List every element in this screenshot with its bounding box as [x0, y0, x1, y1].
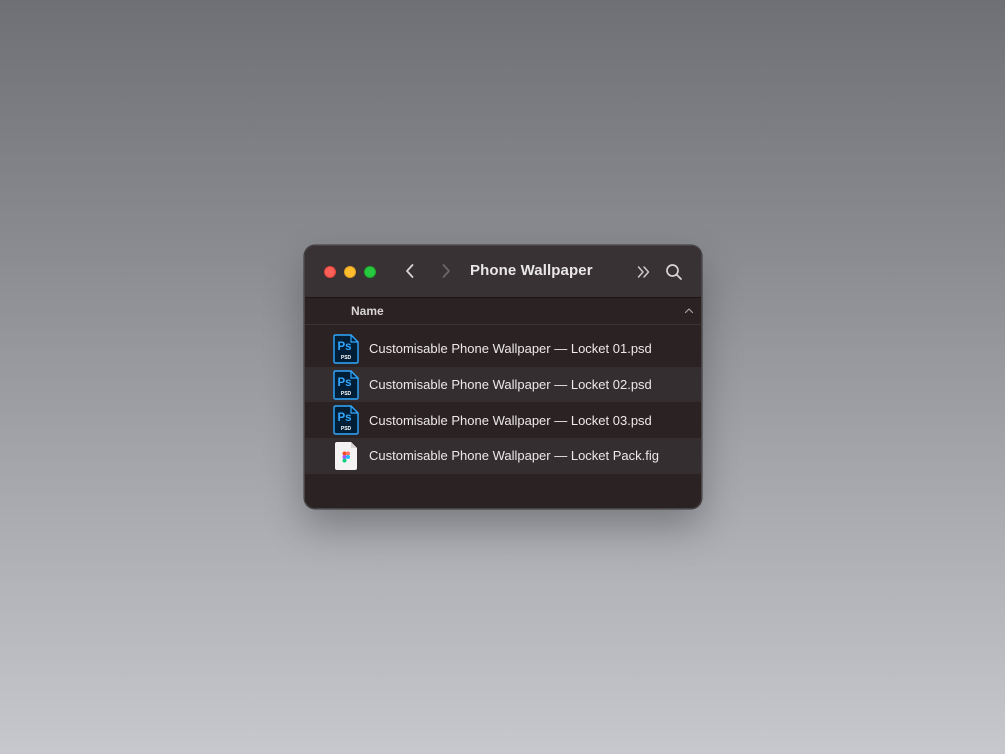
finder-window: Phone Wallpaper Name Ps PSD Customisable… — [304, 245, 702, 509]
window-title: Phone Wallpaper — [470, 262, 593, 279]
file-name: Customisable Phone Wallpaper — Locket 02… — [369, 377, 652, 393]
zoom-button[interactable] — [364, 266, 376, 278]
list-item[interactable]: Ps PSD Customisable Phone Wallpaper — Lo… — [305, 331, 701, 367]
chevron-up-icon[interactable] — [684, 307, 694, 314]
back-button[interactable] — [401, 262, 419, 280]
photoshop-file-icon: Ps PSD — [333, 405, 359, 435]
svg-text:Ps: Ps — [337, 412, 351, 424]
toolbar-overflow-button[interactable] — [634, 262, 654, 282]
file-name: Customisable Phone Wallpaper — Locket 01… — [369, 341, 652, 357]
svg-text:PSD: PSD — [341, 426, 352, 432]
close-button[interactable] — [324, 266, 336, 278]
search-button[interactable] — [664, 262, 684, 282]
search-icon — [666, 264, 682, 280]
svg-text:PSD: PSD — [341, 355, 352, 361]
title-bar: Phone Wallpaper — [305, 246, 701, 298]
column-header: Name — [305, 298, 701, 325]
chevron-right-icon — [442, 264, 450, 278]
file-name: Customisable Phone Wallpaper — Locket Pa… — [369, 448, 659, 464]
list-item[interactable]: Ps PSD Customisable Phone Wallpaper — Lo… — [305, 402, 701, 438]
svg-text:PSD: PSD — [341, 391, 352, 397]
name-column-header[interactable]: Name — [351, 304, 384, 318]
file-list: Ps PSD Customisable Phone Wallpaper — Lo… — [305, 331, 701, 474]
double-chevron-right-icon — [637, 266, 650, 278]
chevron-left-icon — [406, 264, 414, 278]
svg-text:Ps: Ps — [337, 341, 351, 353]
photoshop-file-icon: Ps PSD — [333, 334, 359, 364]
photoshop-file-icon: Ps PSD — [333, 369, 359, 400]
list-item[interactable]: Customisable Phone Wallpaper — Locket Pa… — [305, 438, 701, 474]
file-name: Customisable Phone Wallpaper — Locket 03… — [369, 412, 652, 428]
svg-text:Ps: Ps — [337, 377, 351, 389]
forward-button[interactable] — [437, 262, 455, 280]
minimize-button[interactable] — [344, 266, 356, 278]
figma-file-icon — [335, 441, 357, 470]
list-item[interactable]: Ps PSD Customisable Phone Wallpaper — Lo… — [305, 366, 701, 403]
